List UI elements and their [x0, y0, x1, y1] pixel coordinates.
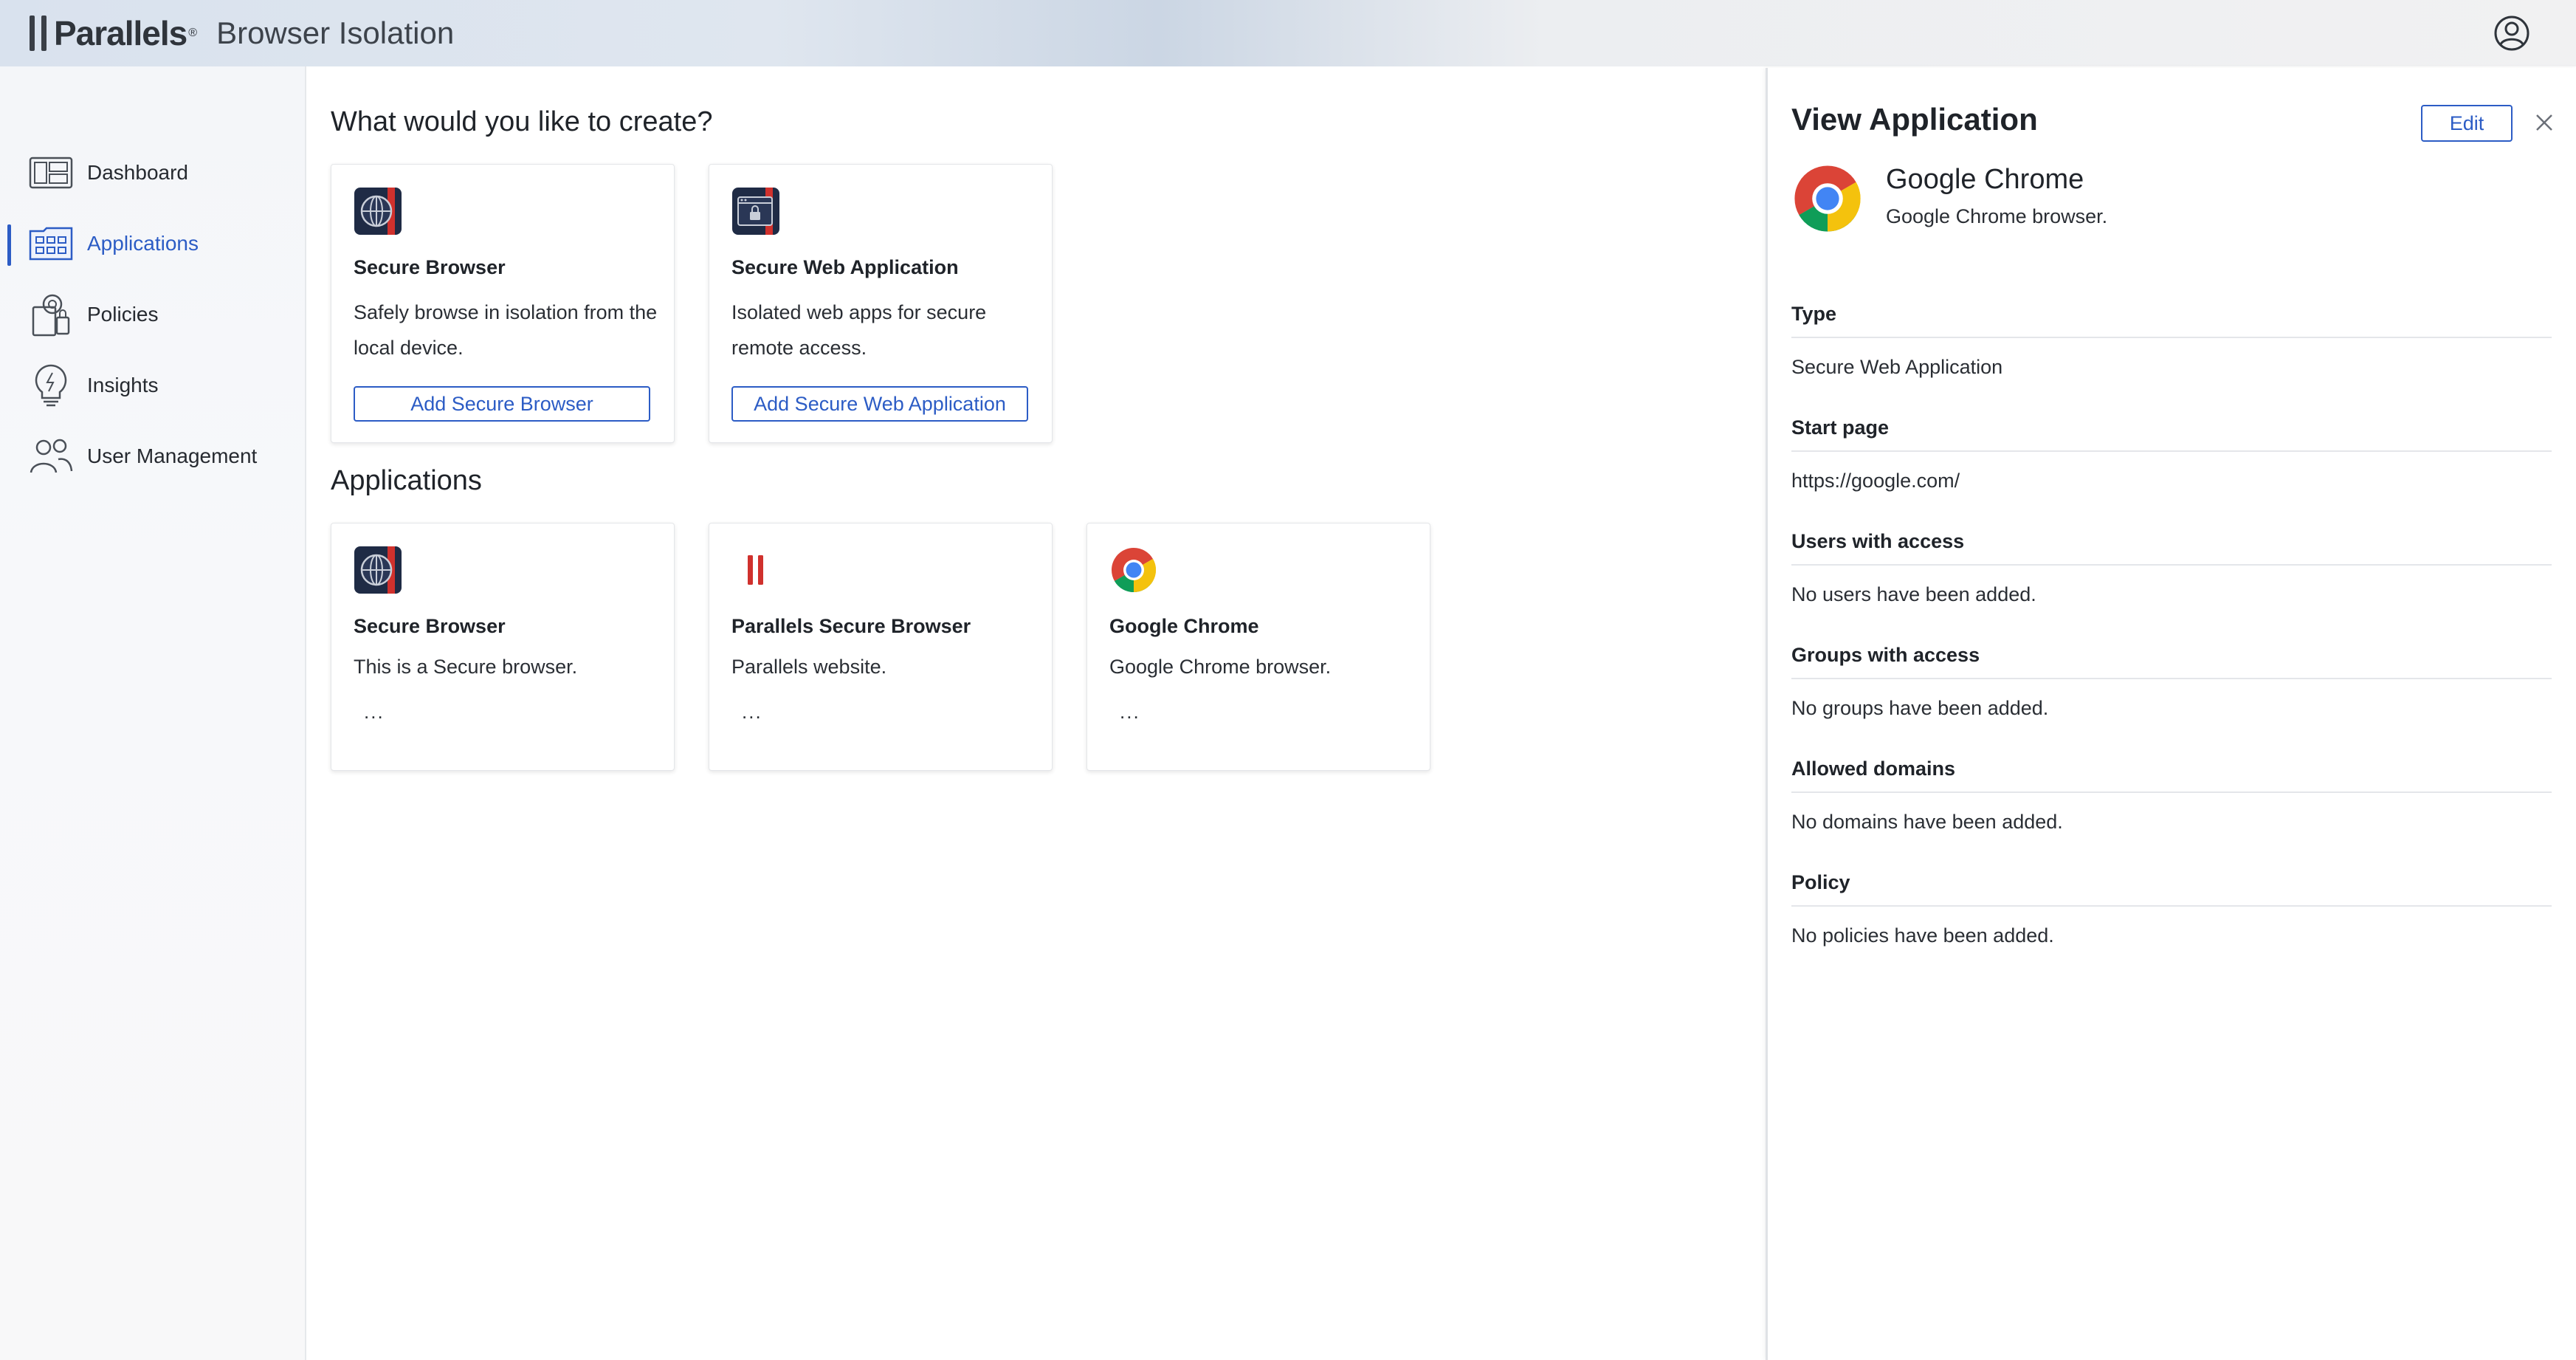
- sidebar-item-label: Insights: [87, 374, 159, 396]
- product-name: Browser Isolation: [216, 16, 455, 50]
- card-description: Safely browse in isolation from the loca…: [354, 301, 658, 359]
- panel-title: View Application: [1791, 102, 2038, 137]
- more-options-button[interactable]: ...: [742, 701, 762, 724]
- card-description: Parallels website.: [731, 656, 887, 678]
- parallels-icon: [748, 555, 763, 585]
- detail-start-page: Start page https://google.com/: [1791, 416, 2552, 492]
- detail-value: No policies have been added.: [1791, 924, 2054, 947]
- detail-allowed-domains: Allowed domains No domains have been add…: [1791, 758, 2552, 834]
- create-card-secure-browser: Secure Browser Safely browse in isolatio…: [331, 164, 675, 443]
- application-card-parallels-secure-browser[interactable]: Parallels Secure Browser Parallels websi…: [709, 523, 1053, 771]
- detail-value: https://google.com/: [1791, 470, 1960, 492]
- sidebar-item-dashboard[interactable]: Dashboard: [0, 146, 306, 199]
- sidebar-item-user-management[interactable]: User Management: [0, 430, 306, 483]
- more-options-button[interactable]: ...: [1120, 701, 1140, 724]
- card-description: Isolated web apps for secure remote acce…: [731, 301, 987, 359]
- detail-label: Allowed domains: [1791, 758, 2552, 793]
- secure-browser-icon: [354, 546, 402, 594]
- application-card-google-chrome[interactable]: Google Chrome Google Chrome browser. ...: [1086, 523, 1430, 771]
- detail-value: No groups have been added.: [1791, 697, 2049, 719]
- sidebar-item-label: Applications: [87, 232, 199, 255]
- sidebar-item-applications[interactable]: Applications: [0, 217, 306, 270]
- card-title: Secure Browser: [354, 615, 506, 637]
- brand-logo[interactable]: Parallels ®: [30, 13, 197, 53]
- detail-value: No users have been added.: [1791, 583, 2036, 605]
- brand-registered-mark: ®: [188, 27, 198, 39]
- top-header: Parallels ® Browser Isolation: [0, 0, 2576, 66]
- user-circle-icon[interactable]: [2492, 13, 2532, 53]
- card-description: This is a Secure browser.: [354, 656, 578, 678]
- add-secure-browser-button[interactable]: Add Secure Browser: [354, 386, 650, 422]
- card-title: Secure Browser: [354, 256, 506, 278]
- detail-type: Type Secure Web Application: [1791, 303, 2552, 379]
- edit-button[interactable]: Edit: [2421, 105, 2513, 142]
- card-description: Google Chrome browser.: [1109, 656, 1332, 678]
- applications-icon: [28, 223, 74, 264]
- create-section-title: What would you like to create?: [331, 106, 713, 137]
- add-secure-web-application-button[interactable]: Add Secure Web Application: [731, 386, 1028, 422]
- application-name: Google Chrome: [1886, 164, 2084, 195]
- detail-label: Start page: [1791, 416, 2552, 452]
- close-icon[interactable]: [2532, 111, 2556, 134]
- detail-groups-with-access: Groups with access No groups have been a…: [1791, 644, 2552, 720]
- create-card-secure-web-application: Secure Web Application Isolated web apps…: [709, 164, 1053, 443]
- detail-label: Users with access: [1791, 530, 2552, 566]
- sidebar-item-label: Policies: [87, 303, 159, 326]
- chrome-icon: [1111, 548, 1157, 593]
- sidebar-item-label: Dashboard: [87, 161, 188, 184]
- sidebar-item-insights[interactable]: Insights: [0, 359, 306, 412]
- more-options-button[interactable]: ...: [364, 701, 385, 724]
- view-application-panel: View Application Edit Google Chrome Goog…: [1766, 68, 2576, 1360]
- secure-browser-icon: [354, 188, 402, 235]
- card-title: Google Chrome: [1109, 615, 1259, 637]
- detail-policy: Policy No policies have been added.: [1791, 871, 2552, 947]
- detail-label: Type: [1791, 303, 2552, 338]
- applications-section-title: Applications: [331, 465, 482, 496]
- detail-users-with-access: Users with access No users have been add…: [1791, 530, 2552, 606]
- sidebar-item-policies[interactable]: Policies: [0, 288, 306, 341]
- main-content: What would you like to create? Secure Br…: [308, 66, 1766, 1360]
- users-icon: [28, 436, 74, 477]
- application-description: Google Chrome browser.: [1886, 205, 2108, 227]
- sidebar: Dashboard Applications Policies Insights…: [0, 66, 306, 1360]
- parallels-bars-icon: [30, 16, 47, 51]
- detail-value: No domains have been added.: [1791, 811, 2063, 833]
- chrome-icon: [1794, 165, 1861, 232]
- card-title: Secure Web Application: [731, 256, 959, 278]
- application-card-secure-browser[interactable]: Secure Browser This is a Secure browser.…: [331, 523, 675, 771]
- sidebar-item-label: User Management: [87, 444, 258, 467]
- detail-value: Secure Web Application: [1791, 356, 2003, 378]
- dashboard-icon: [28, 152, 74, 193]
- secure-web-app-icon: [732, 188, 779, 235]
- policies-icon: [28, 294, 74, 337]
- insights-icon: [28, 364, 74, 407]
- detail-label: Policy: [1791, 871, 2552, 907]
- card-title: Parallels Secure Browser: [731, 615, 971, 637]
- detail-label: Groups with access: [1791, 644, 2552, 679]
- brand-name: Parallels: [54, 14, 187, 52]
